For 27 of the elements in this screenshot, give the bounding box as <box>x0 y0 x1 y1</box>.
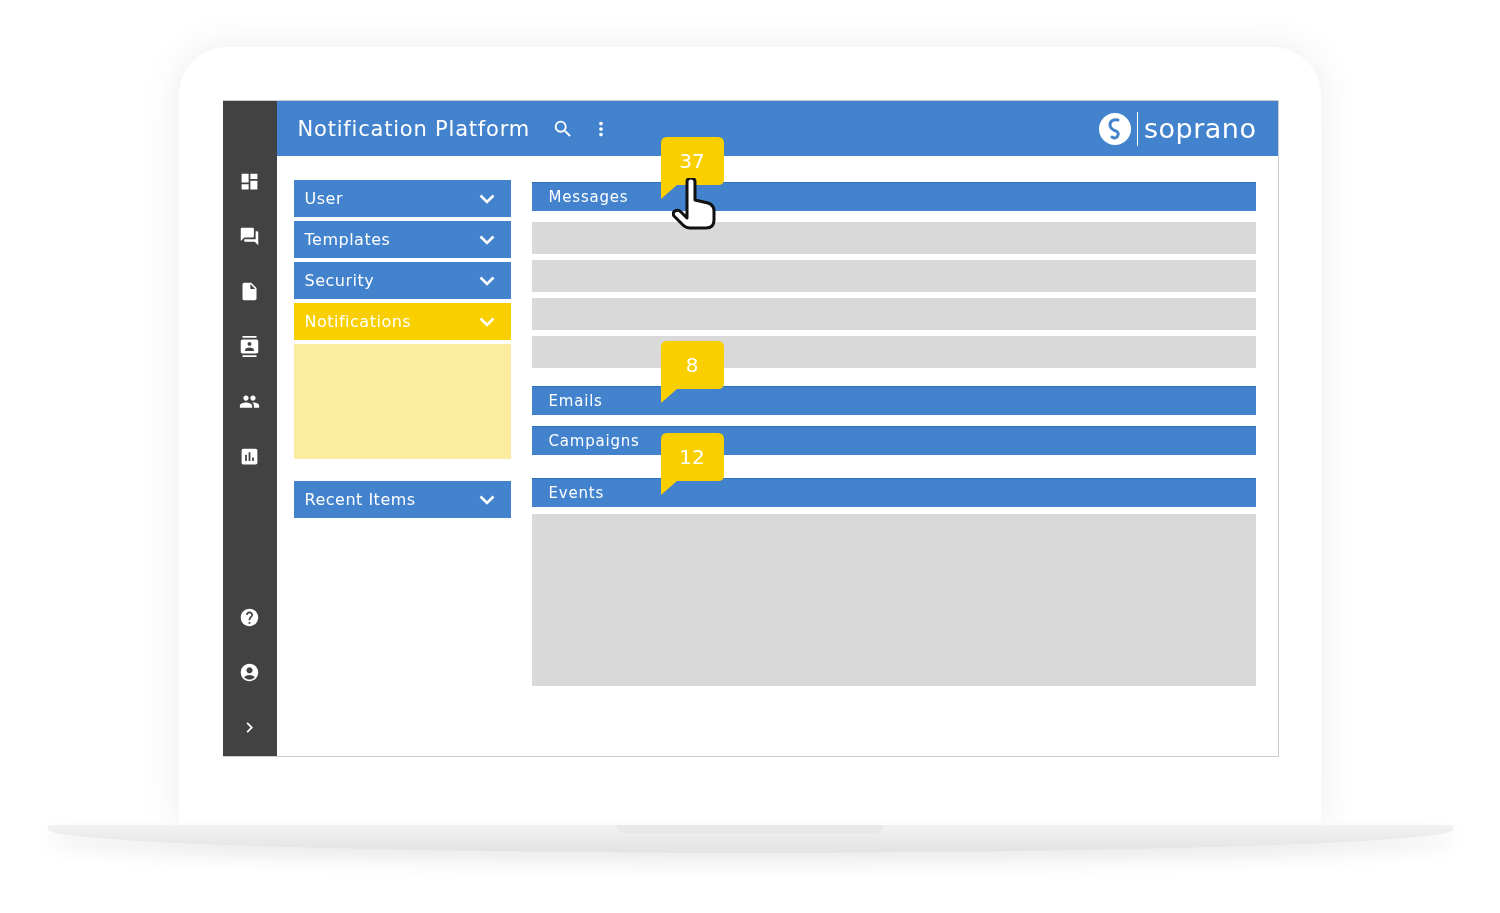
logo-text: soprano <box>1144 113 1257 144</box>
menu-item[interactable]: Templates <box>293 221 511 258</box>
contact-card-icon[interactable] <box>239 336 260 357</box>
account-icon[interactable] <box>239 662 260 683</box>
file-icon[interactable] <box>239 281 260 302</box>
section-bar[interactable]: Messages <box>531 182 1256 211</box>
chevron-down-icon <box>478 275 495 286</box>
chat-icon[interactable] <box>239 226 260 247</box>
logo-icon <box>1099 112 1131 145</box>
speech-bubble-icon <box>660 433 724 495</box>
section-bar[interactable]: Emails <box>531 386 1256 415</box>
app-title: Notification Platform <box>297 116 531 141</box>
speech-bubble-icon <box>660 341 724 403</box>
chevron-down-icon <box>478 234 495 245</box>
menu-item[interactable]: User <box>293 180 511 217</box>
help-icon[interactable] <box>239 607 260 628</box>
speech-bubble-icon <box>660 137 724 199</box>
menu-item[interactable]: Recent Items <box>293 481 511 518</box>
section-bar[interactable]: Events <box>531 478 1256 507</box>
chevron-down-icon <box>478 193 495 204</box>
count-label: 8 <box>685 355 699 375</box>
menu-item[interactable]: Security <box>293 262 511 299</box>
chevron-down-icon <box>478 494 495 505</box>
chevron-down-icon <box>478 316 495 327</box>
bar-chart-icon[interactable] <box>239 446 260 467</box>
dashboard-icon[interactable] <box>239 171 260 192</box>
count-label: 37 <box>679 151 705 171</box>
